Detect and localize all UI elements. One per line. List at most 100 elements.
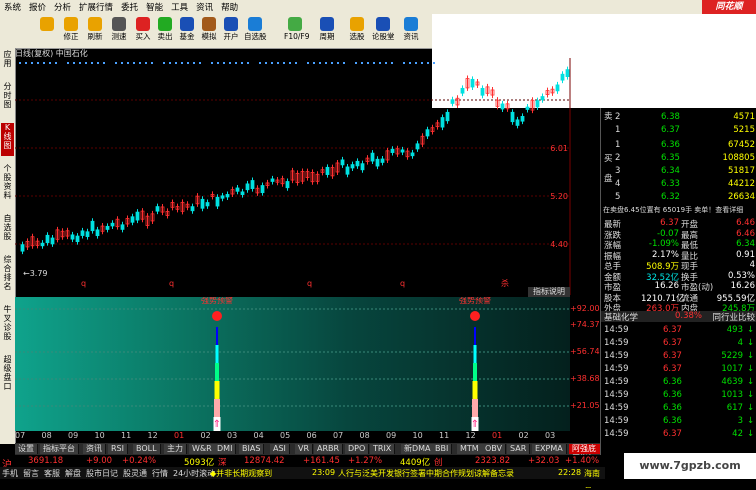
indicator-tabs: 设置 指标平台 资讯 RSI BOLL 主力 W&R DMI BIAS ASI VR ARBR DPO T… — [15, 443, 668, 463]
indicator-tab-11[interactable]: ARBR — [314, 444, 344, 454]
toolbar-button-7[interactable]: 模拟 — [198, 16, 220, 46]
tick-time: 14:59 — [604, 390, 629, 400]
status-item-3[interactable]: 解盘 — [65, 469, 81, 478]
big-order-note[interactable]: 在卖盘6.45位置有 65019手 卖单！查看详细 — [603, 205, 743, 215]
status-item-5[interactable]: 股灵通 — [123, 469, 147, 478]
menu-item-6[interactable]: 工具 — [167, 0, 192, 13]
buy-price[interactable]: 6.36 — [661, 140, 680, 150]
toolbar-label: 论股堂 — [372, 32, 395, 41]
candle-body — [375, 158, 380, 167]
status-item-2[interactable]: 客服 — [44, 469, 60, 478]
indicator-tab-9[interactable]: ASI — [270, 444, 290, 454]
indicator-tab-14[interactable]: 新DMA — [401, 444, 435, 454]
sz-pct: +1.27% — [348, 456, 383, 466]
indicator-panel[interactable]: 强势预警 ⇑ 强势预警 ⇑ — [15, 297, 570, 431]
left-tab-7[interactable]: 超级盘口 — [1, 355, 14, 397]
sector-name[interactable]: 基础化学 — [604, 311, 638, 323]
left-tab-3[interactable]: 个股资料 — [1, 164, 14, 206]
status-item-6[interactable]: 行情 — [152, 469, 168, 478]
indicator-help-button[interactable]: 指标说明 — [528, 287, 570, 297]
indicator-tab-6[interactable]: W&R — [189, 444, 216, 454]
sell-icon — [158, 17, 172, 31]
toolbar-button-4[interactable]: 买入 — [132, 16, 154, 46]
toolbar-button-6[interactable]: 基金 — [176, 16, 198, 46]
indicator-tick: +92.00 — [570, 304, 600, 313]
menu-item-0[interactable]: 系统 — [0, 0, 25, 13]
indicator-tab-19[interactable]: EXPMA — [532, 444, 567, 454]
menu-item-3[interactable]: 扩展行情 — [75, 0, 117, 13]
indicator-tab-0[interactable]: 设置 — [15, 444, 38, 454]
indicator-tab-5[interactable]: 主力 — [164, 444, 187, 454]
left-tab-6[interactable]: 牛叉诊股 — [1, 305, 14, 347]
buy-volume: 108805 — [722, 153, 755, 163]
menu-item-4[interactable]: 委托 — [117, 0, 142, 13]
buy-price[interactable]: 6.32 — [661, 192, 680, 202]
toolbar-button-12[interactable]: 选股 — [346, 16, 368, 46]
left-tab-4[interactable]: 自选股 — [1, 214, 14, 247]
sell-price[interactable]: 6.38 — [661, 112, 680, 122]
menu-item-2[interactable]: 分析 — [50, 0, 75, 13]
candle-body — [340, 159, 345, 166]
tick-price: 6.36 — [663, 416, 682, 426]
toolbar-label: 自选股 — [244, 32, 267, 41]
candle-body — [450, 99, 455, 104]
candle-body — [355, 160, 360, 167]
indicator-tab-18[interactable]: SAR — [507, 444, 531, 454]
buy-price[interactable]: 6.33 — [661, 179, 680, 189]
indicator-tab-16[interactable]: MTM — [457, 444, 483, 454]
toolbar-button-13[interactable]: 论股堂 — [372, 16, 395, 46]
signal-dot — [55, 62, 57, 64]
indicator-tab-12[interactable]: DPO — [345, 444, 370, 454]
menu-item-1[interactable]: 报价 — [25, 0, 50, 13]
toolbar-button-0[interactable] — [36, 16, 58, 46]
indicator-tab-4[interactable]: BOLL — [133, 444, 161, 454]
kline-chart[interactable]: 6.01 5.20 4.40 ←3.79 q q q q 杀 — [15, 58, 598, 295]
date-tick: 03 — [545, 431, 556, 440]
toolbar-button-11[interactable]: 周期 — [316, 16, 338, 46]
toolbar-button-2[interactable]: 刷新 — [84, 16, 106, 46]
left-tab-1[interactable]: 分时图 — [1, 82, 14, 115]
status-news2[interactable]: 人行与泛美开发银行签署中期合作规划谅解备忘录 — [338, 468, 514, 479]
toolbar-button-10[interactable]: F10/F9 — [284, 16, 309, 46]
indicator-tab-1[interactable]: 指标平台 — [40, 444, 79, 454]
indicator-tab-8[interactable]: BIAS — [239, 444, 265, 454]
candle-body — [560, 73, 565, 81]
signal-dot — [145, 62, 147, 64]
sell-price[interactable]: 6.37 — [661, 125, 680, 135]
left-tab-0[interactable]: 应用 — [1, 50, 14, 74]
candle-body — [515, 119, 520, 126]
candle-body — [425, 129, 430, 137]
indicator-tab-17[interactable]: OBV — [482, 444, 507, 454]
signal-dot — [49, 62, 51, 64]
indicator-tab-2[interactable]: 资讯 — [83, 444, 106, 454]
toolbar-button-1[interactable]: 修正 — [60, 16, 82, 46]
menu-item-8[interactable]: 帮助 — [217, 0, 242, 13]
status-item-1[interactable]: 留言 — [23, 469, 39, 478]
status-item-7[interactable]: 24小时滚动 — [173, 469, 215, 478]
buy-price[interactable]: 6.34 — [661, 166, 680, 176]
signal-dot — [325, 62, 327, 64]
indicator-tab-13[interactable]: TRIX — [370, 444, 396, 454]
indicator-tab-10[interactable]: VR — [295, 444, 314, 454]
signal-dot — [337, 62, 339, 64]
date-tick: 10 — [412, 431, 423, 440]
sector-compare[interactable]: 同行业比较 — [712, 311, 755, 323]
menu-item-7[interactable]: 资讯 — [192, 0, 217, 13]
toolbar-button-14[interactable]: 资讯 — [400, 16, 422, 46]
indicator-tab-15[interactable]: BBI — [432, 444, 453, 454]
status-news1: ◆并非长期观察到 — [210, 469, 273, 478]
date-tick: 05 — [280, 431, 291, 440]
indicator-tab-3[interactable]: RSI — [108, 444, 128, 454]
left-tab-5[interactable]: 综合排名 — [1, 255, 14, 297]
menu-item-5[interactable]: 智能 — [142, 0, 167, 13]
toolbar-button-8[interactable]: 开户 — [220, 16, 242, 46]
left-tab-2[interactable]: K线图 — [1, 123, 14, 156]
status-item-4[interactable]: 股市日记 — [86, 469, 118, 478]
toolbar-button-3[interactable]: 测速 — [108, 16, 130, 46]
toolbar-button-5[interactable]: 卖出 — [154, 16, 176, 46]
price-tick: 5.20 — [550, 192, 568, 201]
status-item-0[interactable]: 手机 — [2, 469, 18, 478]
toolbar-button-9[interactable]: 自选股 — [244, 16, 267, 46]
buy-price[interactable]: 6.35 — [661, 153, 680, 163]
indicator-tab-7[interactable]: DMI — [214, 444, 237, 454]
